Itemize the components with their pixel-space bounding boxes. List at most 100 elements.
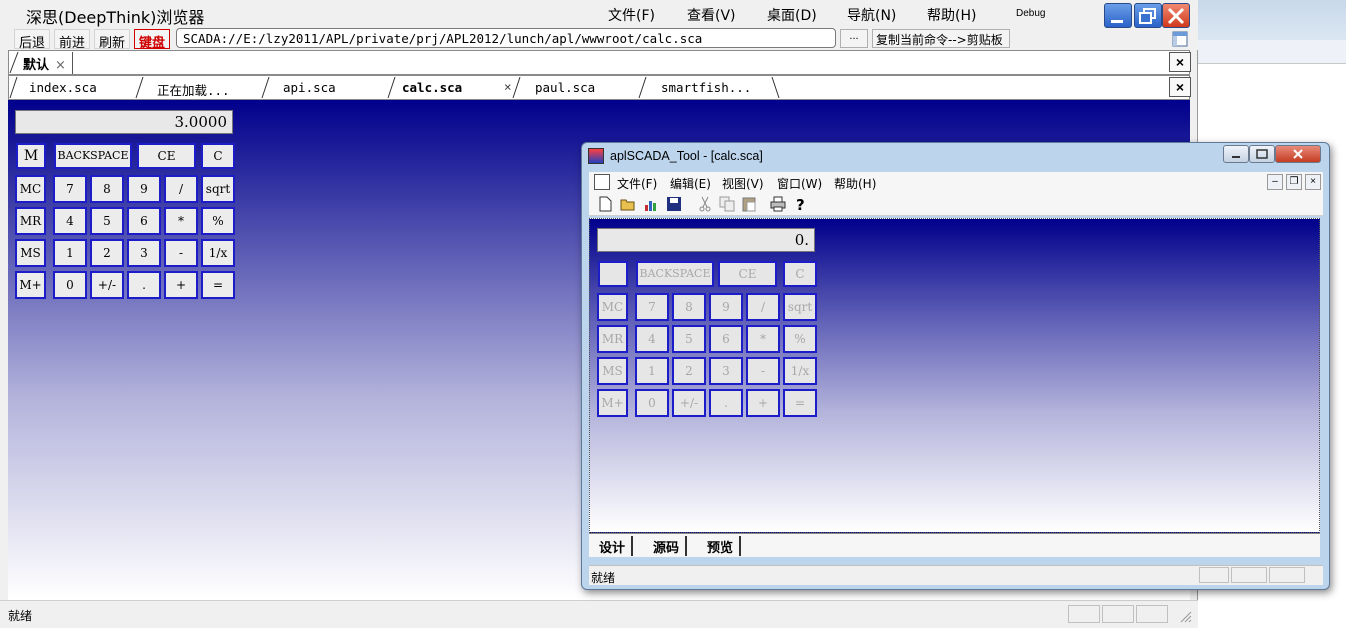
calc-key[interactable]: +/- [90,271,124,299]
calc-key[interactable]: 7 [53,175,87,203]
tool-calc-key[interactable]: MR [597,325,628,353]
calc-key[interactable]: / [164,175,198,203]
restore-button[interactable] [1134,3,1162,28]
menu-help[interactable]: 帮助(H) [927,5,976,25]
cut-icon[interactable] [697,196,713,212]
tool-calc-key[interactable]: * [746,325,780,353]
tool-menu-file[interactable]: 文件(F) [617,175,657,192]
menu-view[interactable]: 查看(V) [687,5,736,25]
tool-calc-key[interactable]: 8 [672,293,706,321]
tool-ce-button[interactable]: CE [718,261,777,287]
calc-key[interactable]: % [201,207,235,235]
tool-calc-key[interactable]: +/- [672,389,706,417]
tool-calc-key[interactable]: 9 [709,293,743,321]
minimize-button[interactable] [1104,3,1132,28]
close-document-button[interactable]: × [1169,77,1191,97]
tool-calc-key[interactable]: 1/x [783,357,817,385]
design-canvas[interactable]: 0. BACKSPACE CE C MC 7 8 9/sqrt MR 4 5 6 *% MS 1 2 3… [589,218,1320,533]
chart-icon[interactable] [643,196,659,212]
paste-icon[interactable] [741,196,757,212]
forward-button[interactable]: 前进 [54,29,91,51]
calc-key[interactable]: 4 [53,207,87,235]
tool-calc-key[interactable]: M+ [597,389,628,417]
url-more-button[interactable]: ... [840,29,868,48]
debug-label[interactable]: Debug [1016,8,1045,19]
calc-key[interactable]: 3 [127,239,161,267]
back-button[interactable]: 后退 [14,29,51,51]
new-icon[interactable] [597,196,613,212]
tool-calc-key[interactable]: 3 [709,357,743,385]
close-workspace-button[interactable]: × [1169,52,1191,72]
tool-calc-key[interactable]: = [783,389,817,417]
tool-menu-view[interactable]: 视图(V) [722,175,764,192]
calc-key[interactable]: 6 [127,207,161,235]
tool-backspace-button[interactable]: BACKSPACE [636,261,714,287]
calc-key[interactable]: * [164,207,198,235]
copy-icon[interactable] [719,196,735,212]
refresh-button[interactable]: 刷新 [94,29,131,51]
calc-key[interactable]: sqrt [201,175,235,203]
tool-calc-key[interactable]: % [783,325,817,353]
calc-key[interactable]: M+ [15,271,46,299]
tool-calc-key[interactable]: 0 [635,389,669,417]
calc-key[interactable]: 1/x [201,239,235,267]
calc-key[interactable]: 8 [90,175,124,203]
tool-clear-button[interactable]: C [783,261,817,287]
open-icon[interactable] [620,196,636,212]
tool-minimize-button[interactable] [1223,145,1249,163]
calc-key[interactable]: MS [15,239,46,267]
ce-button[interactable]: CE [137,143,196,169]
url-input[interactable]: SCADA://E:/lzy2011/APL/private/prj/APL20… [176,28,836,48]
tool-calc-key[interactable]: 7 [635,293,669,321]
tool-calc-key[interactable]: / [746,293,780,321]
tool-maximize-button[interactable] [1249,145,1275,163]
keyboard-button[interactable]: 键盘 [134,29,171,51]
clear-button[interactable]: C [201,143,235,169]
calc-key[interactable]: 1 [53,239,87,267]
tool-calc-key[interactable]: 2 [672,357,706,385]
copy-command-button[interactable]: 复制当前命令-->剪贴板 [872,29,1010,48]
tool-menu-edit[interactable]: 编辑(E) [670,175,711,192]
mdi-minimize-icon[interactable]: – [1267,174,1283,190]
tab-preview[interactable]: 预览 [701,536,742,556]
tool-calc-key[interactable]: 4 [635,325,669,353]
tool-calc-key[interactable]: MS [597,357,628,385]
tab-design[interactable]: 设计 [593,536,634,556]
mdi-close-icon[interactable]: × [1305,174,1321,190]
menu-navigate[interactable]: 导航(N) [847,5,896,25]
menu-file[interactable]: 文件(F) [608,5,655,25]
help-icon[interactable]: ? [792,196,808,212]
print-icon[interactable] [770,196,786,212]
tab-default[interactable]: 默认 × [17,52,73,74]
resize-grip-icon[interactable] [1180,611,1192,623]
backspace-button[interactable]: BACKSPACE [54,143,132,169]
tool-calc-key[interactable]: sqrt [783,293,817,321]
menu-desktop[interactable]: 桌面(D) [767,5,817,25]
close-button[interactable] [1162,3,1190,28]
tool-calc-key[interactable]: 6 [709,325,743,353]
calc-key[interactable]: MC [15,175,46,203]
tab-source[interactable]: 源码 [647,536,688,556]
save-icon[interactable] [666,196,682,212]
calc-key[interactable]: = [201,271,235,299]
tool-calc-key[interactable]: MC [597,293,628,321]
tab-default-close-icon[interactable]: × [55,58,66,73]
tool-menu-window[interactable]: 窗口(W) [777,175,822,192]
calc-key[interactable]: . [127,271,161,299]
panel-toggle-icon[interactable] [1172,31,1188,47]
mdi-restore-icon[interactable]: ❐ [1286,174,1302,190]
tool-calc-key[interactable]: 1 [635,357,669,385]
tool-calc-key[interactable]: - [746,357,780,385]
tool-calc-key[interactable]: . [709,389,743,417]
tool-calc-key[interactable]: 5 [672,325,706,353]
calc-key[interactable]: - [164,239,198,267]
calc-key[interactable]: 5 [90,207,124,235]
tool-menu-help[interactable]: 帮助(H) [834,175,876,192]
calc-key[interactable]: 2 [90,239,124,267]
tool-calc-key[interactable]: + [746,389,780,417]
calc-key[interactable]: MR [15,207,46,235]
document-icon[interactable] [594,174,610,190]
calc-key[interactable]: + [164,271,198,299]
calc-key[interactable]: 0 [53,271,87,299]
tool-close-button[interactable] [1275,145,1321,163]
